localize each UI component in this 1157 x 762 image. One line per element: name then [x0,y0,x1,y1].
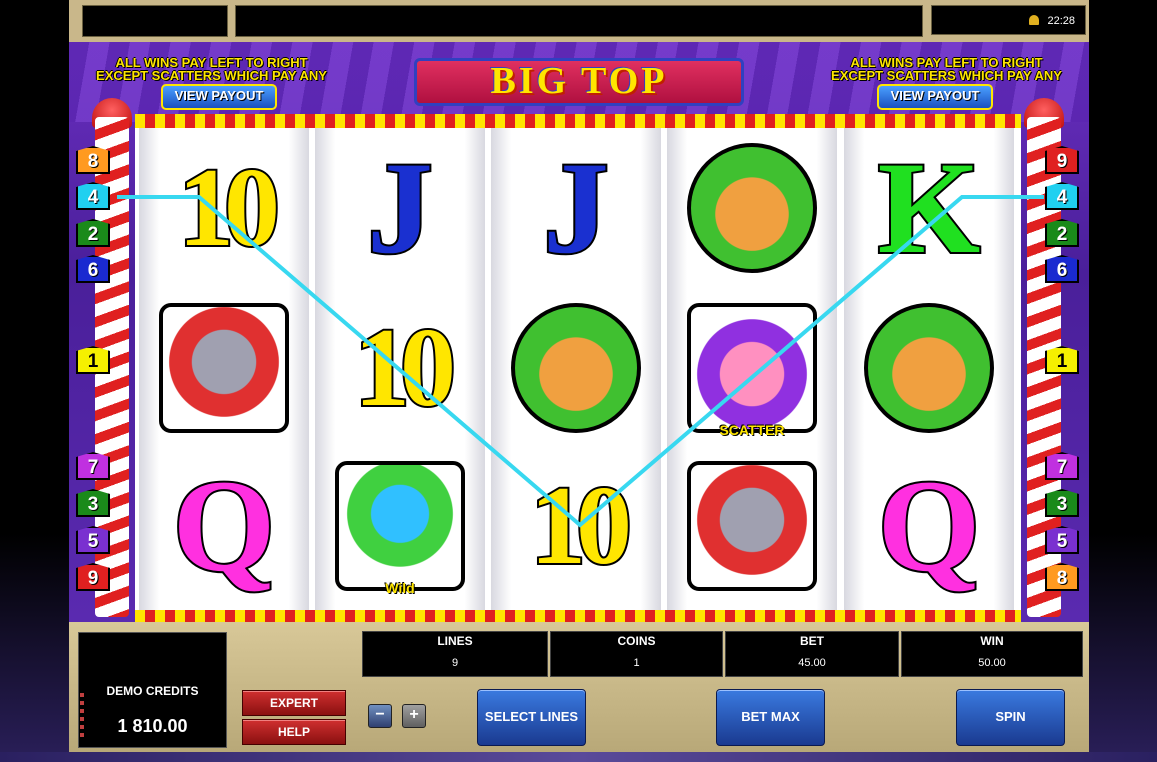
select-lines-button[interactable]: SELECT LINES [477,689,586,746]
win-label: WIN [980,634,1004,648]
top-bar-clock-panel: 22:28 [931,5,1086,35]
lines-minus-button[interactable]: − [368,704,392,728]
coins-label: COINS [617,634,656,648]
bell-icon[interactable] [1029,15,1040,25]
demo-credits-value: 1 810.00 [117,716,188,736]
clock: 22:28 [1047,15,1075,27]
top-bar-message-panel [235,5,923,37]
win-display: WIN 50.00 [901,631,1083,677]
bet-max-button[interactable]: BET MAX [716,689,825,746]
demo-credits-display: DEMO CREDITS 1 810.00 [78,632,227,748]
bottom-strip [0,752,1157,762]
demo-credits-label: DEMO CREDITS [106,684,199,698]
win-value: 50.00 [978,657,1006,669]
bet-display: BET 45.00 [725,631,899,677]
top-bar: 22:28 [69,0,1089,42]
game-area: ALL WINS PAY LEFT TO RIGHT EXCEPT SCATTE… [69,42,1089,622]
top-bar-left-panel [82,5,228,37]
lines-value: 9 [451,657,459,669]
expert-button[interactable]: EXPERT [242,690,346,716]
spin-button[interactable]: SPIN [956,689,1065,746]
payline-4-path [117,195,1044,528]
help-button[interactable]: HELP [242,719,346,745]
winning-payline [117,195,1044,528]
credit-leds [80,693,84,741]
bet-label: BET [800,634,824,648]
lines-plus-button[interactable]: + [402,704,426,728]
lines-label: LINES [437,634,473,648]
left-background [0,0,69,762]
lines-display: LINES 9 [362,631,548,677]
coins-value: 1 [633,657,640,669]
right-background [1089,0,1157,762]
bet-value: 45.00 [798,657,826,669]
coins-display: COINS 1 [550,631,723,677]
